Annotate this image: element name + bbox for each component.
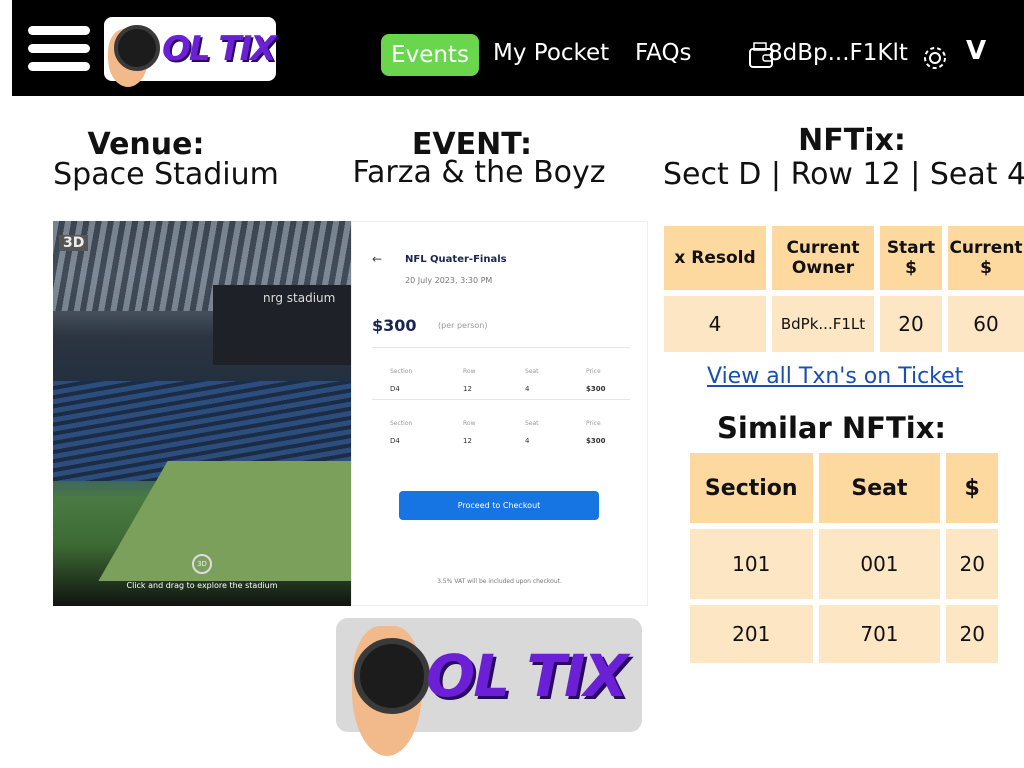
header-start-price: Start $ xyxy=(880,226,942,290)
nftix-label: NFTix: xyxy=(798,123,906,158)
cell-seat: 701 xyxy=(818,605,941,663)
nav-faqs-link[interactable]: FAQs xyxy=(635,40,692,66)
cell-price: $300 xyxy=(586,437,606,445)
rotate-3d-icon[interactable]: 3D xyxy=(192,554,212,574)
header-current-owner: Current Owner xyxy=(772,226,874,290)
cell-section: 101 xyxy=(690,529,813,599)
brand-logo-text: OL TIX xyxy=(426,642,628,710)
cell-start-price: 20 xyxy=(880,296,942,352)
3d-badge: 3D xyxy=(59,235,89,251)
wallet-address[interactable]: 8dBp...F1Klt xyxy=(768,40,908,66)
header-price: Price xyxy=(586,368,601,375)
header-section: Section xyxy=(390,420,413,427)
checkout-card: ← NFL Quater-Finals 20 July 2023, 3:30 P… xyxy=(351,221,648,606)
cell-resold-count: 4 xyxy=(664,296,766,352)
cell-price: 20 xyxy=(946,529,998,599)
header-price: Price xyxy=(586,420,601,427)
cell-current-price: 60 xyxy=(948,296,1024,352)
brand-logo[interactable]: OL TIX xyxy=(104,17,276,87)
solana-coin-icon xyxy=(354,638,430,714)
cell-section: D4 xyxy=(390,385,400,393)
header-x-resold: x Resold xyxy=(664,226,766,290)
cell-owner[interactable]: BdPk...F1Lt xyxy=(772,296,874,352)
event-title: NFL Quater-Finals xyxy=(405,254,507,265)
stadium-brand-text: nrg stadium xyxy=(263,291,336,305)
solana-coin-icon xyxy=(114,25,160,71)
stadium-caption: Click and drag to explore the stadium xyxy=(126,581,278,590)
cell-row: 12 xyxy=(463,385,472,393)
cell-row: 12 xyxy=(463,437,472,445)
header-section: Section xyxy=(390,368,413,375)
proceed-to-checkout-button[interactable]: Proceed to Checkout xyxy=(399,491,599,520)
cell-seat: 4 xyxy=(525,385,530,393)
header-section: Section xyxy=(690,453,813,523)
brand-logo-large: OL TIX xyxy=(336,618,642,756)
venue-value: Space Stadium xyxy=(53,157,279,192)
stadium-3d-view[interactable]: nrg stadium 3D 3D Click and drag to expl… xyxy=(53,221,351,606)
cell-price: 20 xyxy=(946,605,998,663)
event-value: Farza & the Boyz xyxy=(352,155,606,190)
header-current-price: Current $ xyxy=(948,226,1024,290)
header-seat: Seat xyxy=(525,420,539,427)
settings-gear-icon[interactable] xyxy=(921,44,949,72)
hamburger-menu-icon[interactable] xyxy=(28,26,90,76)
table-header-row: Section Seat $ xyxy=(690,453,998,523)
cell-seat: 4 xyxy=(525,437,530,445)
ticket-price: $300 xyxy=(372,316,417,335)
brand-logo-text: OL TIX xyxy=(162,29,276,69)
nav-events-tab[interactable]: Events xyxy=(381,34,479,76)
view-all-txns-link[interactable]: View all Txn's on Ticket xyxy=(707,364,963,389)
header-seat: Seat xyxy=(525,368,539,375)
table-header-row: x Resold Current Owner Start $ Current $ xyxy=(664,226,1024,290)
header-seat: Seat xyxy=(818,453,941,523)
vat-note: 3.5% VAT will be included upon checkout. xyxy=(437,578,562,585)
table-row[interactable]: 101 001 20 xyxy=(690,529,998,599)
event-date: 20 July 2023, 3:30 PM xyxy=(405,276,493,285)
ticket-row: Section Row Seat Price D4 12 4 $300 xyxy=(372,399,630,451)
cell-section: D4 xyxy=(390,437,400,445)
account-dropdown-chevron[interactable]: V xyxy=(966,36,986,66)
stadium-scoreboard: nrg stadium xyxy=(213,285,351,365)
back-arrow-icon[interactable]: ← xyxy=(372,252,382,266)
cell-section: 201 xyxy=(690,605,813,663)
cell-seat: 001 xyxy=(818,529,941,599)
top-nav-bar: OL TIX Events My Pocket FAQs 8dBp...F1Kl… xyxy=(12,0,1024,96)
similar-nftix-title: Similar NFTix: xyxy=(717,411,946,445)
price-per-person: (per person) xyxy=(438,321,488,330)
cell-price: $300 xyxy=(586,385,606,393)
ticket-history-table: x Resold Current Owner Start $ Current $… xyxy=(658,220,1024,358)
nav-my-pocket-link[interactable]: My Pocket xyxy=(493,40,609,66)
similar-nftix-table: Section Seat $ 101 001 20 201 701 20 xyxy=(684,447,1004,669)
ticket-row: Section Row Seat Price D4 12 4 $300 xyxy=(372,347,630,399)
table-row[interactable]: 201 701 20 xyxy=(690,605,998,663)
header-row: Row xyxy=(463,368,476,375)
header-price: $ xyxy=(946,453,998,523)
nftix-seat-value: Sect D | Row 12 | Seat 4 xyxy=(663,157,1024,192)
table-row: 4 BdPk...F1Lt 20 60 xyxy=(664,296,1024,352)
header-row: Row xyxy=(463,420,476,427)
